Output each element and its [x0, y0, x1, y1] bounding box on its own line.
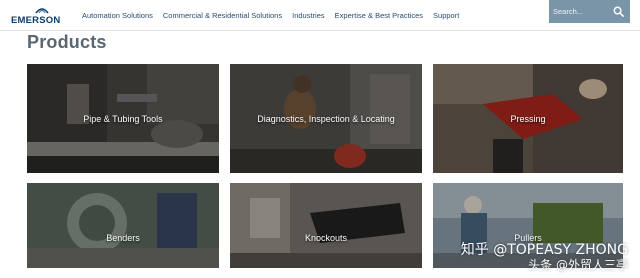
search-box [549, 0, 630, 23]
tile-label: Pipe & Tubing Tools [83, 114, 163, 124]
nav-item-support[interactable]: Support [433, 11, 459, 20]
product-tile-diagnostics-inspection-locating[interactable]: Diagnostics, Inspection & Locating [230, 64, 422, 173]
tile-shade [27, 183, 219, 268]
tile-label: Pressing [510, 114, 546, 124]
nav-item-commercial-residential[interactable]: Commercial & Residential Solutions [163, 11, 282, 20]
main-nav: Automation Solutions Commercial & Reside… [82, 0, 469, 31]
product-tile-pipe-tubing-tools[interactable]: Pipe & Tubing Tools [27, 64, 219, 173]
tile-label: Knockouts [304, 233, 348, 243]
emerson-logo[interactable]: EMERSON [11, 5, 71, 27]
product-tile-pressing[interactable]: Pressing [433, 64, 623, 173]
nav-item-automation-solutions[interactable]: Automation Solutions [82, 11, 153, 20]
search-input[interactable] [553, 3, 611, 20]
tile-shade [230, 183, 422, 268]
top-navigation-bar: EMERSON Automation Solutions Commercial … [0, 0, 640, 31]
page-title: Products [27, 32, 107, 52]
product-tile-benders[interactable]: Benders [27, 183, 219, 268]
product-tile-knockouts[interactable]: Knockouts [230, 183, 422, 268]
search-icon[interactable] [613, 6, 624, 17]
logo-wordmark: EMERSON [11, 15, 61, 26]
logo-mark-icon [35, 8, 49, 14]
watermark-line-2: 头条 @外贸人三亭 [528, 258, 628, 272]
nav-item-industries[interactable]: Industries [292, 11, 325, 20]
nav-item-expertise-best-practices[interactable]: Expertise & Best Practices [335, 11, 423, 20]
tile-label: Diagnostics, Inspection & Locating [257, 114, 395, 124]
tile-label: Benders [106, 233, 140, 243]
